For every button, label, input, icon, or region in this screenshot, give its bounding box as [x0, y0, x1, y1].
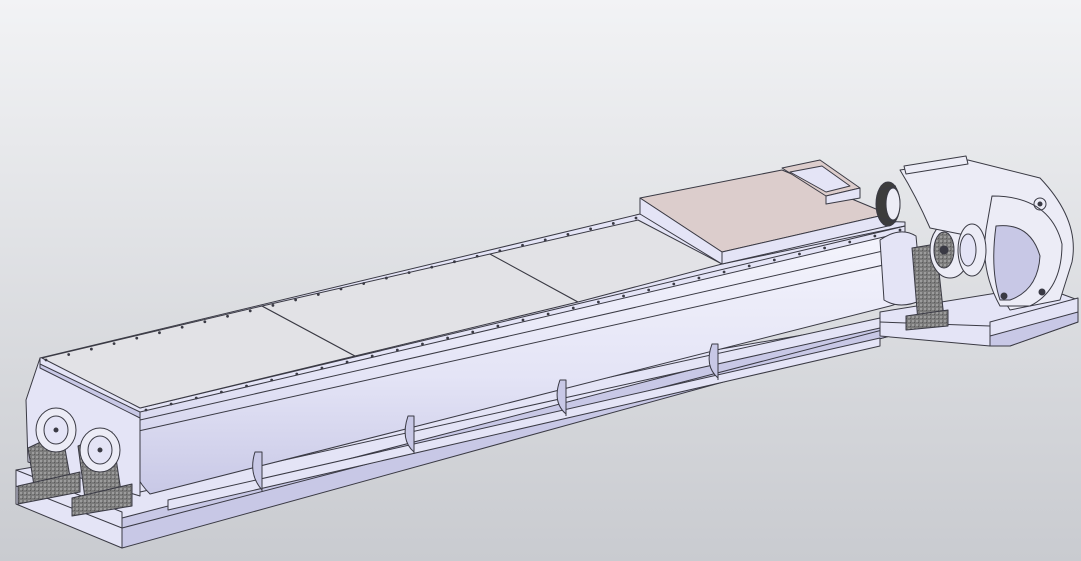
bolt	[471, 330, 475, 334]
bolt	[453, 260, 456, 264]
bolt	[44, 358, 48, 362]
bolt	[370, 354, 374, 358]
bolt	[546, 312, 550, 316]
bolt	[294, 298, 298, 302]
bolt	[873, 234, 877, 238]
bolt	[245, 384, 248, 388]
bolt	[226, 314, 229, 318]
bolt	[339, 287, 343, 291]
bolt	[823, 246, 826, 250]
bolt	[158, 331, 161, 335]
bolt	[571, 306, 575, 310]
bolt	[384, 276, 388, 280]
bolt	[430, 265, 434, 269]
bolt	[521, 318, 525, 322]
bolt	[407, 271, 411, 275]
bolt	[543, 238, 547, 242]
bolt	[295, 372, 299, 376]
bolt	[345, 360, 349, 364]
bolt	[672, 282, 676, 286]
bolt	[112, 342, 116, 346]
bolt	[248, 309, 252, 313]
bolt	[169, 402, 173, 406]
bolt	[566, 232, 570, 236]
bolt	[320, 366, 324, 370]
bolt	[597, 300, 600, 304]
screw-conveyor-3d-model[interactable]	[0, 0, 1081, 561]
bolt	[194, 396, 198, 400]
bolt	[475, 254, 479, 258]
bolt	[611, 222, 615, 225]
inspection-cover-right[interactable]	[79, 427, 121, 473]
bolt	[647, 288, 651, 292]
bolt	[498, 249, 502, 253]
bolt	[772, 258, 776, 262]
bolt	[722, 270, 726, 274]
bolt	[848, 240, 852, 244]
bolt	[634, 216, 638, 220]
bolt	[446, 336, 449, 340]
bolt	[421, 342, 424, 346]
bolt	[220, 390, 223, 394]
bolt	[395, 348, 399, 352]
bolt	[589, 227, 593, 231]
bolt	[180, 325, 184, 329]
bolt	[271, 303, 275, 307]
bolt	[203, 320, 207, 324]
inspection-cover-left[interactable]	[35, 407, 77, 453]
bolt	[622, 294, 625, 298]
bolt	[362, 282, 366, 285]
bolt	[747, 264, 751, 268]
bolt	[798, 252, 801, 256]
bolt	[144, 408, 148, 412]
bolt	[898, 228, 902, 232]
bolt	[697, 276, 701, 280]
bolt	[521, 243, 524, 247]
bolt	[496, 324, 500, 328]
bolt	[316, 293, 320, 296]
bolt	[135, 336, 139, 340]
bolt	[270, 378, 274, 382]
bolt	[89, 347, 93, 351]
cad-viewport[interactable]	[0, 0, 1081, 561]
bolt	[67, 353, 71, 356]
